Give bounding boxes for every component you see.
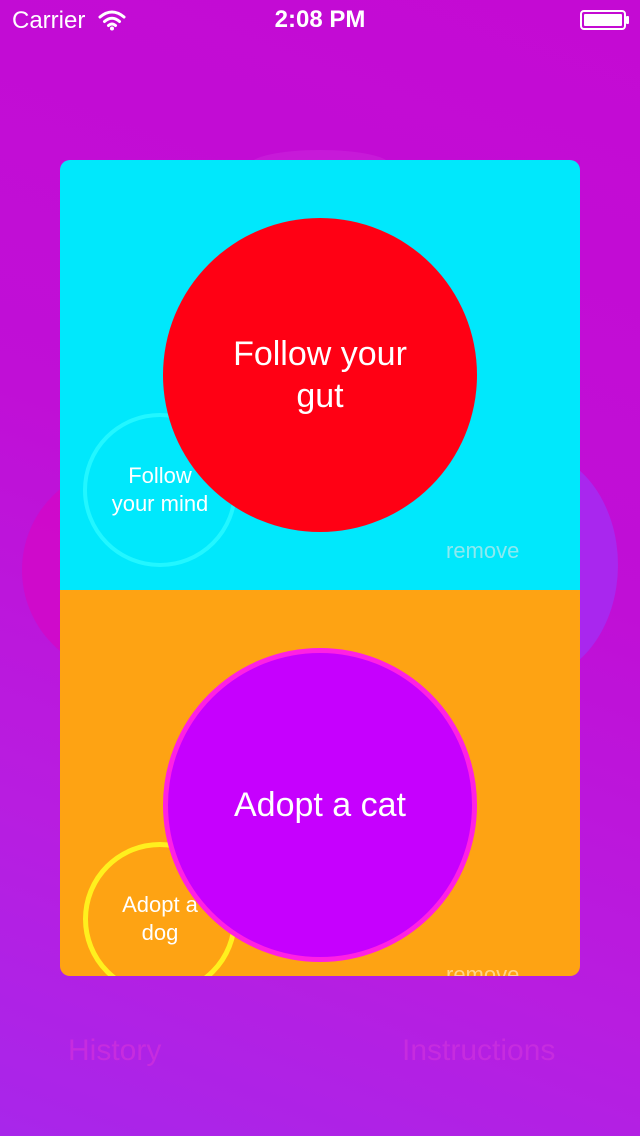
decision-card: Follow your mind remove Follow your gut … [60,160,580,976]
top-option-panel[interactable]: Follow your mind remove Follow your gut [60,160,580,590]
remove-button-top[interactable]: remove [446,538,519,564]
main-choice-label-top: Follow your gut [233,335,407,415]
history-button[interactable]: History [68,1034,161,1068]
app-screen: Carrier 2:08 PM Follow your mind remove … [0,0,640,1136]
status-bar: Carrier 2:08 PM [0,0,640,40]
remove-button-bottom[interactable]: remove [446,962,519,976]
battery-icon [580,10,629,30]
status-time: 2:08 PM [274,6,366,33]
main-choice-circle-top[interactable]: Follow your gut [163,218,477,532]
instructions-button[interactable]: Instructions [402,1034,555,1068]
main-choice-circle-bottom[interactable]: Adopt a cat [163,648,477,962]
main-choice-label-bottom: Adopt a cat [233,785,406,824]
